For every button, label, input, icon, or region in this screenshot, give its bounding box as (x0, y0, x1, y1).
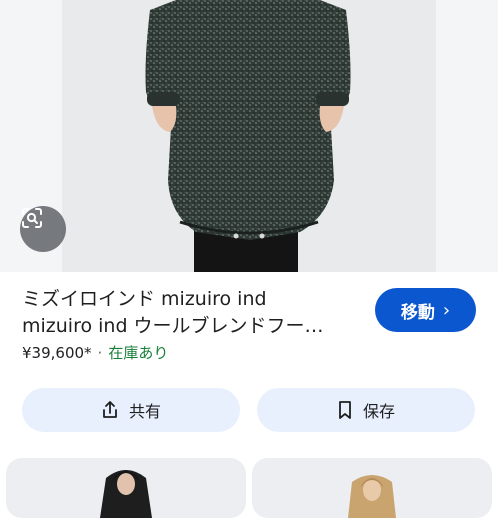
visit-button-label: 移動 (400, 302, 435, 323)
chevron-right-icon: › (442, 299, 451, 321)
availability-status: 在庫あり (108, 344, 169, 362)
save-button[interactable]: 保存 (257, 388, 475, 432)
product-title[interactable]: ミズイロインド mizuiro ind mizuiro ind ウールブレンドフ… (22, 286, 362, 340)
related-result-card[interactable] (252, 458, 492, 518)
product-title-line-1: ミズイロインド mizuiro ind (22, 288, 267, 310)
share-icon (103, 401, 117, 418)
related-result-image (348, 475, 396, 518)
share-button[interactable]: 共有 (22, 388, 240, 432)
coat-illustration (145, 0, 351, 272)
separator-dot: · (97, 344, 103, 362)
share-label: 共有 (128, 402, 161, 421)
related-result-image (100, 470, 152, 518)
product-image[interactable] (0, 0, 498, 272)
lens-button[interactable] (20, 206, 66, 252)
related-result-card[interactable] (6, 458, 246, 518)
bookmark-icon (339, 401, 351, 419)
price: ¥39,600* (22, 344, 92, 362)
lens-search-icon (22, 208, 42, 228)
product-title-line-2: mizuiro ind ウールブレンドフー… (22, 315, 324, 337)
visit-button[interactable]: 移動 › (375, 288, 476, 332)
price-row: ¥39,600* · 在庫あり (22, 342, 168, 364)
save-label: 保存 (362, 402, 395, 421)
